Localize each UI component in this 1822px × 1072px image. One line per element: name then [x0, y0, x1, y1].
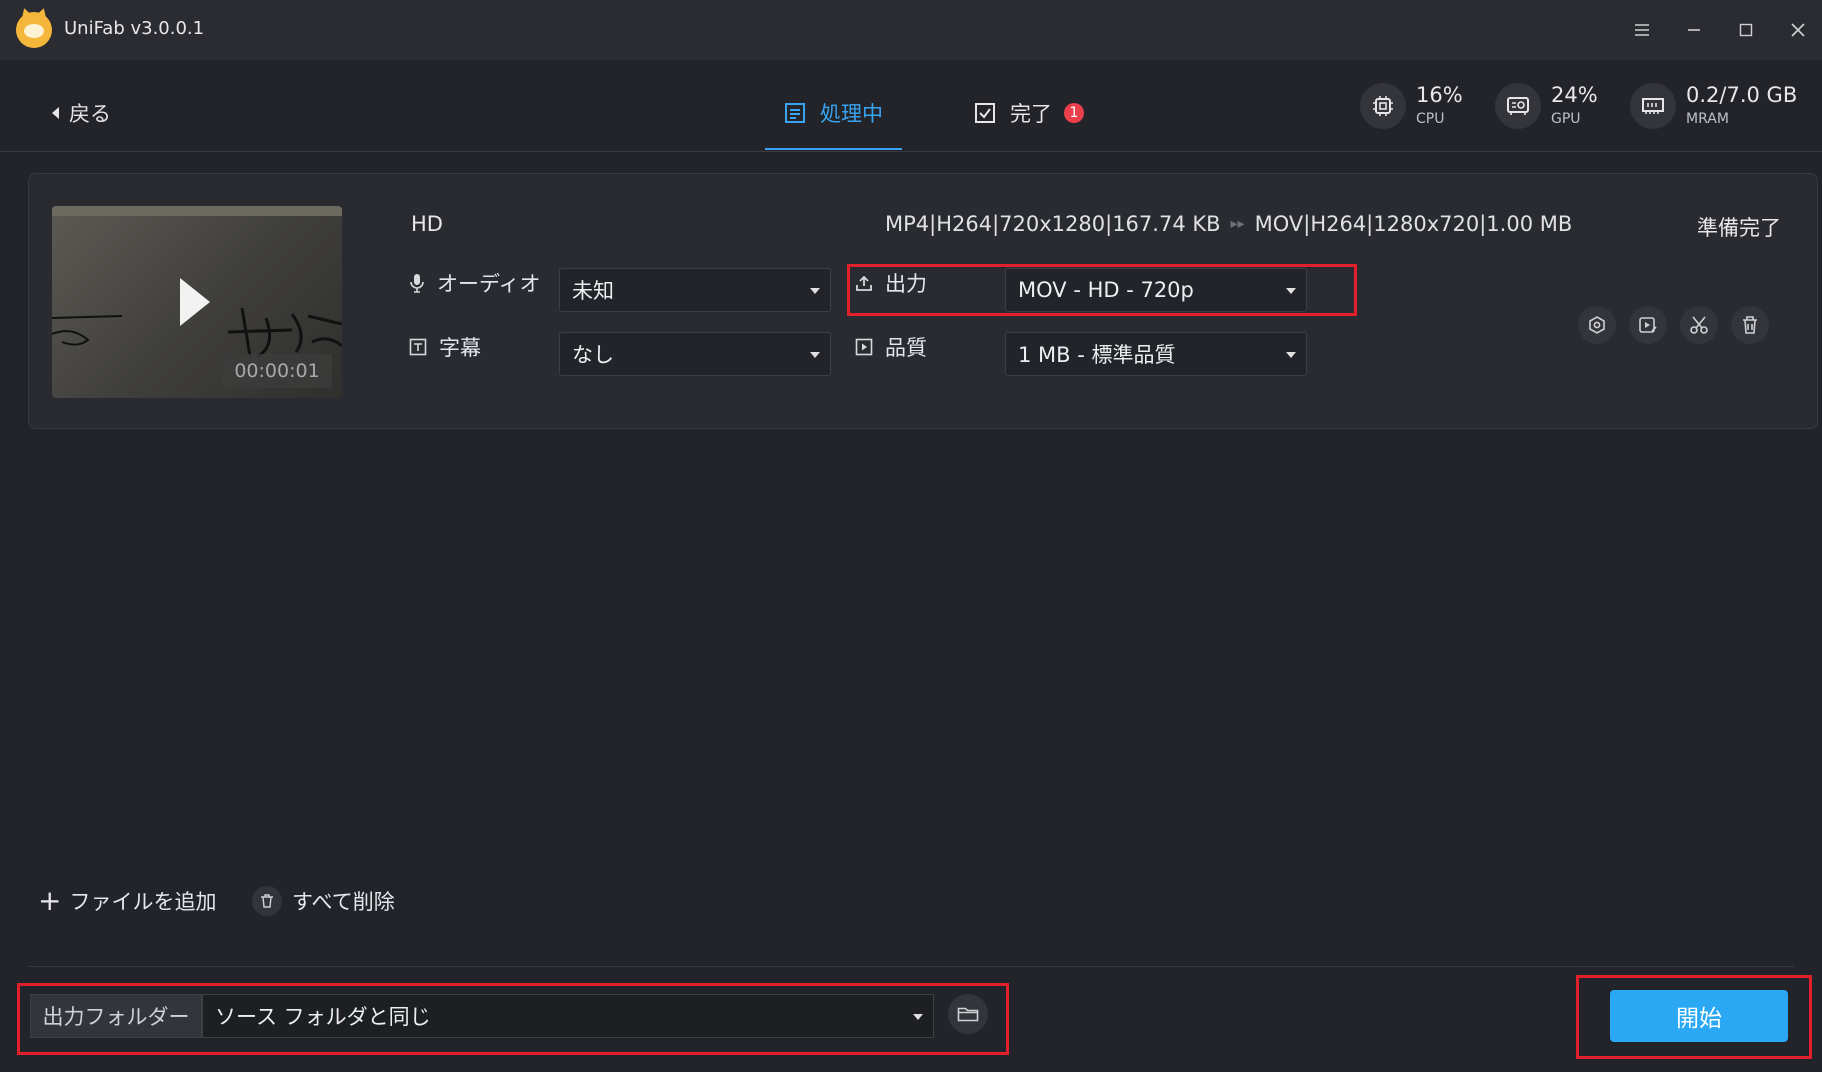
delete-button[interactable]: [1731, 306, 1769, 344]
start-highlight-box: [1576, 975, 1812, 1059]
quality-label: 品質: [885, 336, 927, 360]
chevron-down-icon: [1286, 352, 1296, 358]
microphone-icon: [410, 274, 424, 293]
video-thumbnail[interactable]: 00:00:01: [52, 206, 342, 398]
check-square-icon: [975, 103, 995, 123]
subtitle-select[interactable]: なし: [559, 332, 831, 376]
memory-icon: [1630, 83, 1676, 129]
play-icon[interactable]: [180, 278, 210, 326]
subtitle-icon: [409, 338, 427, 356]
status-text: 準備完了: [1697, 216, 1781, 240]
conversion-specs: MP4|H264|720x1280|167.74 KB ▸▸ MOV|H264|…: [885, 212, 1572, 236]
source-spec: MP4|H264|720x1280|167.74 KB: [885, 212, 1221, 236]
title-bar: UniFab v3.0.0.1: [0, 0, 1822, 60]
chevron-left-icon: [52, 107, 59, 119]
gpu-stat: 24% GPU: [1495, 82, 1598, 130]
output-folder-highlight-box: [17, 983, 1009, 1055]
audio-select[interactable]: 未知: [559, 268, 831, 312]
add-file-label: ファイルを追加: [69, 890, 217, 914]
tab-done-label: 完了: [1010, 102, 1052, 126]
memory-label: MRAM: [1686, 111, 1729, 127]
cut-icon: [1690, 316, 1708, 334]
quality-select[interactable]: 1 MB - 標準品質: [1005, 332, 1307, 376]
subtitle-row-label: 字幕: [409, 332, 481, 362]
audio-row-label: オーディオ: [409, 268, 541, 298]
top-nav: 戻る 処理中 完了 1 16% CPU 24% GPU 0.2/7.0 GB M…: [0, 60, 1822, 152]
delete-all-button[interactable]: すべて削除: [252, 886, 395, 916]
chevron-down-icon: [810, 288, 820, 294]
gpu-value: 24%: [1551, 83, 1598, 107]
unifab-logo-icon: [16, 12, 52, 48]
menu-icon[interactable]: [1622, 10, 1662, 50]
settings-icon: [1589, 316, 1605, 334]
output-highlight-box: [847, 264, 1357, 316]
audio-value: 未知: [572, 279, 614, 303]
tab-processing-label: 処理中: [820, 102, 883, 126]
close-icon[interactable]: [1778, 10, 1818, 50]
preview-button[interactable]: [1629, 306, 1667, 344]
cpu-label: CPU: [1416, 111, 1445, 127]
tab-processing[interactable]: 処理中: [784, 98, 883, 128]
back-button[interactable]: 戻る: [52, 98, 111, 128]
minimize-icon[interactable]: [1674, 10, 1714, 50]
done-count-badge: 1: [1064, 103, 1084, 123]
settings-button[interactable]: [1578, 306, 1616, 344]
maximize-icon[interactable]: [1726, 10, 1766, 50]
subtitle-label: 字幕: [439, 336, 481, 360]
tab-done[interactable]: 完了 1: [974, 98, 1084, 128]
target-spec: MOV|H264|1280x720|1.00 MB: [1254, 212, 1573, 236]
trash-icon: [1743, 316, 1757, 334]
delete-all-label: すべて削除: [292, 890, 395, 914]
cut-button[interactable]: [1680, 306, 1718, 344]
plus-icon: +: [38, 884, 62, 917]
video-duration: 00:00:01: [222, 354, 332, 388]
list-icon: [785, 103, 805, 123]
preview-icon: [1639, 317, 1657, 333]
quality-row-label: 品質: [855, 332, 927, 362]
convert-arrow-icon: ▸▸: [1230, 216, 1245, 232]
gpu-icon: [1495, 83, 1541, 129]
app-title: UniFab v3.0.0.1: [64, 18, 205, 39]
add-file-button[interactable]: + ファイルを追加: [38, 886, 216, 916]
memory-stat: 0.2/7.0 GB MRAM: [1630, 82, 1797, 130]
audio-label: オーディオ: [437, 272, 541, 296]
quality-icon: [855, 338, 873, 356]
trash-icon: [252, 886, 282, 916]
cpu-icon: [1360, 83, 1406, 129]
cpu-value: 16%: [1416, 83, 1463, 107]
chevron-down-icon: [810, 352, 820, 358]
file-card: 00:00:01 HD MP4|H264|720x1280|167.74 KB …: [28, 173, 1818, 429]
app-window: UniFab v3.0.0.1 戻る 処理中 完了 1 16% CPU 24% …: [0, 0, 1822, 1072]
back-label: 戻る: [69, 102, 111, 126]
divider: [28, 966, 1794, 967]
memory-value: 0.2/7.0 GB: [1686, 83, 1798, 107]
quality-value: 1 MB - 標準品質: [1018, 343, 1176, 367]
file-name: HD: [411, 212, 443, 236]
active-tab-indicator: [765, 148, 902, 150]
subtitle-value: なし: [572, 343, 614, 367]
gpu-label: GPU: [1551, 111, 1581, 127]
cpu-stat: 16% CPU: [1360, 82, 1463, 130]
